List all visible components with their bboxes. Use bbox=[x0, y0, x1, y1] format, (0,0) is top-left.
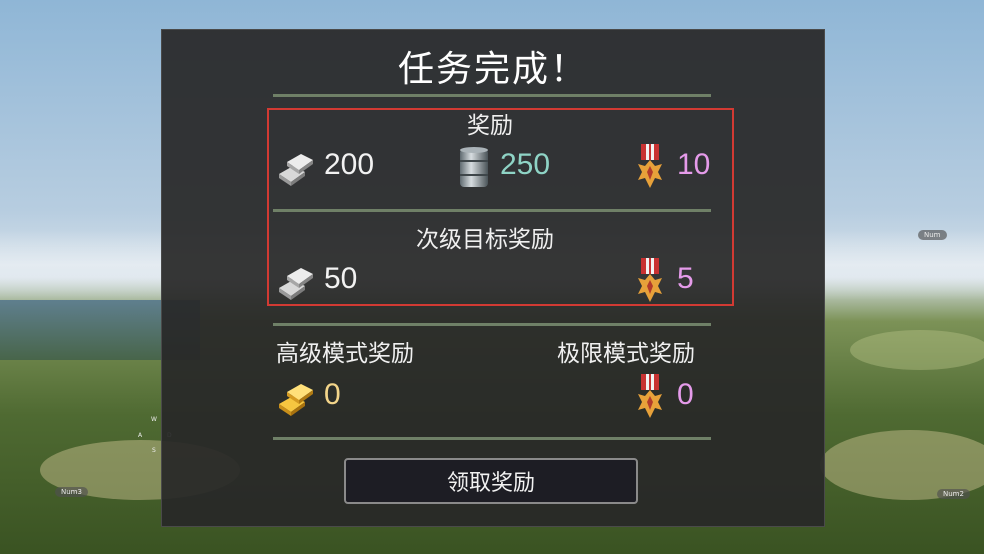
compass-a: A bbox=[138, 432, 143, 439]
fuel-reward-value: 250 bbox=[500, 148, 551, 181]
compass-w: W bbox=[151, 416, 157, 423]
silver-reward-value: 200 bbox=[324, 148, 375, 181]
medal-icon bbox=[638, 258, 662, 302]
silver-bars-icon bbox=[279, 268, 313, 300]
hud-key-tag: Num bbox=[918, 230, 947, 240]
advanced-mode-label: 高级模式奖励 bbox=[276, 341, 414, 367]
medal-icon bbox=[638, 144, 662, 188]
silver-bars-icon bbox=[279, 154, 313, 186]
claim-rewards-button[interactable]: 领取奖励 bbox=[344, 458, 638, 504]
compass-s: S bbox=[152, 447, 156, 454]
fuel-barrel-icon bbox=[460, 147, 488, 187]
extreme-medal-value: 0 bbox=[677, 378, 694, 411]
dialog-title: 任务完成！ bbox=[397, 49, 588, 90]
extreme-mode-label: 极限模式奖励 bbox=[557, 341, 695, 367]
divider bbox=[273, 437, 711, 440]
divider bbox=[273, 323, 711, 326]
terrain-patch bbox=[850, 330, 984, 370]
gold-bars-icon bbox=[279, 384, 313, 416]
divider bbox=[273, 94, 711, 97]
secondary-rewards-label: 次级目标奖励 bbox=[416, 227, 554, 253]
advanced-gold-value: 0 bbox=[324, 378, 341, 411]
hud-key-tag: Num3 bbox=[55, 487, 88, 497]
medal-icon bbox=[638, 374, 662, 418]
secondary-silver-value: 50 bbox=[324, 262, 358, 295]
hud-key-tag: Num2 bbox=[937, 489, 970, 499]
medal-reward-value: 10 bbox=[677, 148, 711, 181]
rewards-label: 奖励 bbox=[467, 113, 513, 139]
secondary-medal-value: 5 bbox=[677, 262, 694, 295]
